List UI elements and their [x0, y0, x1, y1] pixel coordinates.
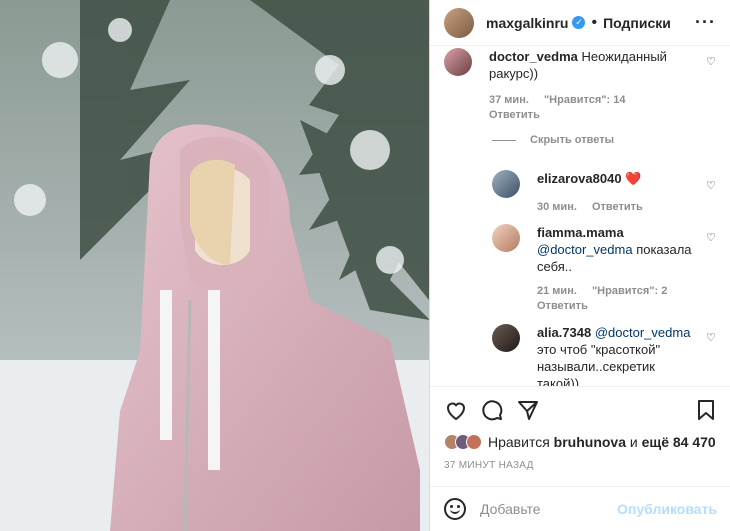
comments-panel: maxgalkinru ✓ • Подписки ··· doctor_vedm… — [429, 0, 730, 531]
post-modal: maxgalkinru ✓ • Подписки ··· doctor_vedm… — [0, 0, 730, 531]
reply-comment: alia.7348 @doctor_vedma это чтоб "красот… — [430, 322, 730, 386]
share-icon[interactable] — [516, 398, 540, 422]
commenter-avatar[interactable] — [492, 170, 520, 198]
liker-avatar — [466, 434, 482, 450]
reply-comment: elizarova8040 ❤️ ♡ 30 мин. Ответить — [430, 166, 730, 216]
commenter-avatar[interactable] — [492, 324, 520, 352]
comment-input[interactable]: Добавьте — [480, 501, 617, 517]
comment-username[interactable]: alia.7348 — [537, 325, 591, 340]
emoji-icon[interactable] — [444, 498, 466, 520]
like-comment-icon[interactable]: ♡ — [706, 330, 716, 347]
likes-prefix: Нравится — [488, 434, 554, 450]
add-comment-bar: Добавьте Опубликовать — [430, 486, 730, 531]
comment-likes[interactable]: "Нравится": 14 — [544, 94, 625, 106]
like-comment-icon[interactable]: ♡ — [706, 178, 716, 195]
likes-summary: Нравится bruhunova и ещё 84 470 — [444, 434, 716, 450]
comment-likes[interactable]: "Нравится": 2 — [592, 285, 667, 297]
likes-middle: и — [626, 434, 642, 450]
like-comment-icon[interactable]: ♡ — [706, 54, 716, 71]
bookmark-icon[interactable] — [694, 398, 718, 422]
comment-text: ❤️ — [625, 171, 642, 186]
reply-button[interactable]: Ответить — [489, 107, 540, 124]
commenter-avatar[interactable] — [492, 224, 520, 252]
hide-replies-button[interactable]: Скрыть ответы — [492, 134, 614, 146]
more-options-icon[interactable]: ··· — [695, 12, 716, 33]
publish-button[interactable]: Опубликовать — [617, 501, 717, 517]
post-photo[interactable] — [0, 0, 429, 531]
reply-comment: fiamma.mama @doctor_vedma показала себя.… — [430, 222, 730, 317]
author-username[interactable]: maxgalkinru — [486, 15, 568, 31]
like-comment-icon[interactable]: ♡ — [706, 230, 716, 247]
comment-icon[interactable] — [480, 398, 504, 422]
comment-time: 30 мин. — [537, 201, 577, 213]
comment-time: 37 мин. — [489, 94, 529, 106]
heart-icon[interactable] — [444, 398, 468, 422]
comments-list[interactable]: doctor_vedma Неожиданный ракурс)) ♡ 37 м… — [430, 46, 730, 386]
comment-mention[interactable]: @doctor_vedma — [595, 325, 691, 340]
likes-count[interactable]: ещё 84 470 — [642, 434, 716, 450]
comment-username[interactable]: fiamma.mama — [537, 225, 624, 240]
reply-button[interactable]: Ответить — [592, 201, 643, 213]
following-button[interactable]: Подписки — [603, 15, 671, 31]
author-avatar[interactable] — [444, 7, 474, 38]
commenter-avatar[interactable] — [444, 48, 472, 76]
comment-username[interactable]: doctor_vedma — [489, 49, 578, 64]
comment-mention[interactable]: @doctor_vedma — [537, 242, 633, 257]
comment-text: это чтоб "красоткой" называли..секретик … — [537, 342, 661, 386]
action-bar — [430, 386, 730, 434]
comment-meta: 30 мин. Ответить — [537, 199, 655, 216]
liker-username[interactable]: bruhunova — [554, 434, 626, 450]
reply-button[interactable]: Ответить — [537, 298, 588, 315]
post-timestamp[interactable]: 37 МИНУТ НАЗАД — [444, 460, 534, 471]
comment-time: 21 мин. — [537, 285, 577, 297]
separator: • — [591, 13, 598, 31]
comment-username[interactable]: elizarova8040 — [537, 171, 622, 186]
comment: doctor_vedma Неожиданный ракурс)) ♡ 37 м… — [430, 46, 730, 126]
hide-replies-label: Скрыть ответы — [530, 134, 614, 146]
post-header: maxgalkinru ✓ • Подписки ··· — [430, 0, 730, 46]
verified-badge-icon: ✓ — [572, 16, 586, 29]
